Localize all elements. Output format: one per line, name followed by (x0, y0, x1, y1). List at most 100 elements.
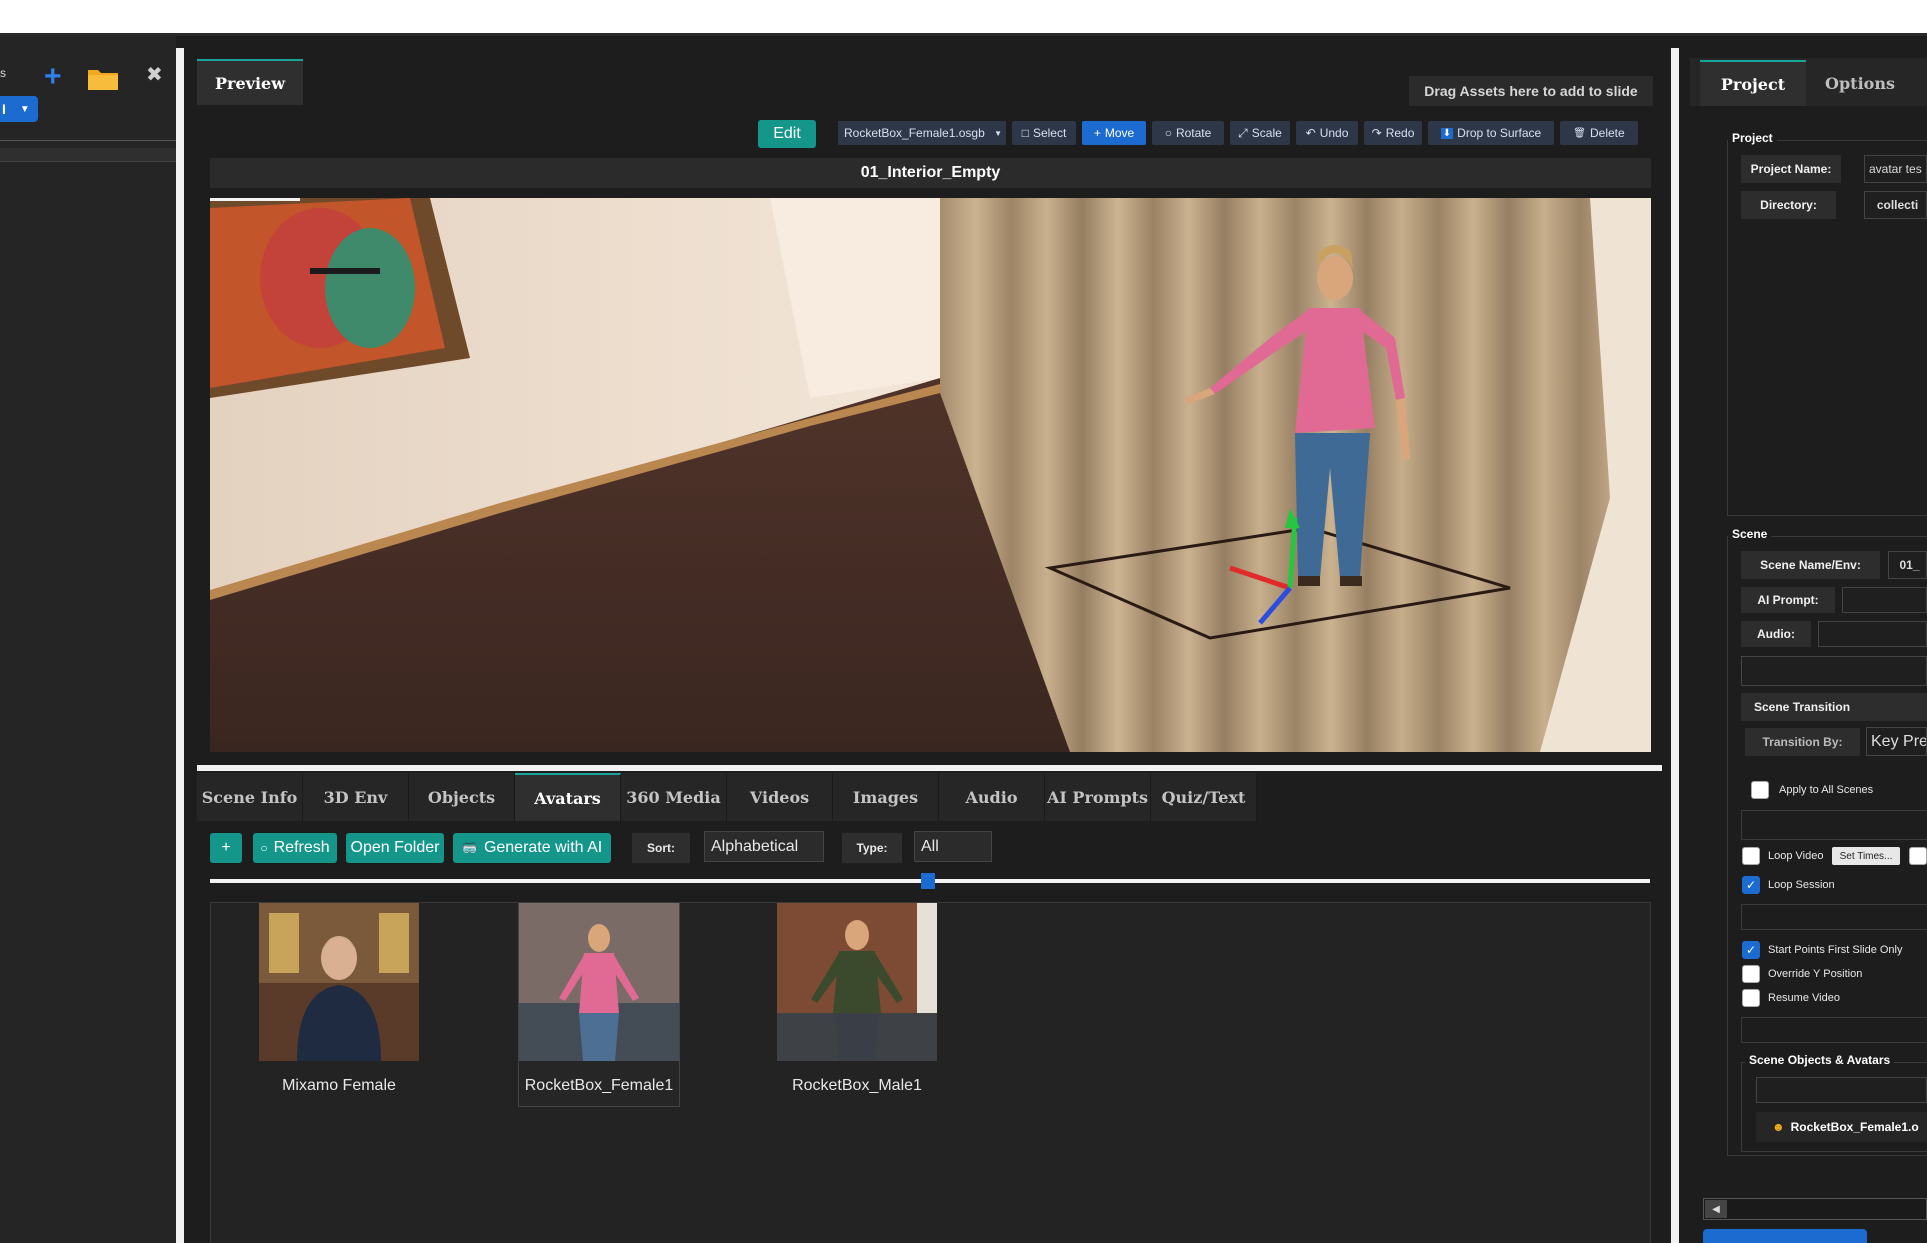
generate-with-ai-button[interactable]: 🥽 Generate with AI (453, 833, 611, 863)
asset-select[interactable]: RocketBox_Female1.osgb ▼ (838, 121, 1006, 145)
misc-options-box (1741, 1017, 1927, 1043)
sort-label: Sort: (632, 833, 690, 863)
left-splitter[interactable] (176, 48, 184, 1243)
vr-headset-icon: 🥽 (461, 840, 478, 855)
left-panel: s + ✖ I ▼ (0, 36, 176, 1243)
transition-by-label: Transition By: (1745, 728, 1860, 756)
drop-icon: ⬇ (1440, 127, 1454, 139)
tab-project[interactable]: Project (1700, 60, 1806, 106)
avatar-emoji-icon: ☻ (1772, 1120, 1785, 1134)
directory-button[interactable]: collecti (1864, 191, 1927, 219)
avatar-card-rocketbox-male1[interactable]: RocketBox_Male1 (777, 903, 937, 1095)
scroll-left-icon[interactable]: ◀ (1705, 1200, 1727, 1218)
start-points-checkbox[interactable]: ✓ (1742, 941, 1760, 959)
type-label: Type: (842, 833, 902, 863)
tab-360-media[interactable]: 360 Media (621, 773, 727, 821)
project-section-title: Project (1728, 131, 1777, 145)
open-folder-button[interactable]: Open Folder (346, 833, 444, 863)
avatar-thumbnail (259, 903, 419, 1061)
audio-label: Audio: (1741, 621, 1811, 647)
loop-session-row[interactable]: ✓ Loop Session (1742, 876, 1835, 894)
audio-input[interactable] (1818, 621, 1927, 647)
ai-prompt-input[interactable] (1842, 587, 1927, 613)
drop-to-surface-button[interactable]: ⬇ Drop to Surface (1428, 121, 1554, 145)
ai-dropdown[interactable]: I ▼ (0, 96, 38, 122)
avatar-thumbnail (777, 903, 937, 1061)
tab-quiz-text[interactable]: Quiz/Text (1151, 773, 1257, 821)
left-panel-partial-label: s (0, 66, 6, 80)
scene-transition-header: Scene Transition (1741, 693, 1927, 721)
primary-action-button[interactable] (1703, 1229, 1867, 1243)
redo-button[interactable]: ↷ Redo (1364, 121, 1422, 145)
checkmark-icon: ✓ (1745, 878, 1757, 892)
redo-icon: ↷ (1371, 126, 1382, 140)
close-icon[interactable]: ✖ (146, 62, 163, 87)
avatar-card-rocketbox-female1[interactable]: RocketBox_Female1 (519, 903, 679, 1095)
slider-handle[interactable] (921, 873, 935, 889)
window-top-bar (0, 0, 1927, 36)
tab-3d-env[interactable]: 3D Env (303, 773, 409, 821)
select-tool-button[interactable]: □ Select (1012, 121, 1076, 145)
apply-all-scenes-checkbox[interactable] (1751, 781, 1769, 799)
asset-tabs: Scene Info 3D Env Objects Avatars 360 Me… (197, 773, 1257, 821)
scale-tool-button[interactable]: ⤢ Scale (1230, 121, 1290, 145)
loop-video-checkbox[interactable] (1742, 847, 1760, 865)
add-icon[interactable]: + (44, 60, 62, 94)
resume-video-checkbox[interactable] (1742, 989, 1760, 1007)
extra-checkbox[interactable] (1909, 847, 1927, 865)
tab-scene-info[interactable]: Scene Info (197, 773, 303, 821)
undo-button[interactable]: ↶ Undo (1296, 121, 1358, 145)
tab-avatars[interactable]: Avatars (515, 773, 621, 821)
move-icon: + (1093, 126, 1101, 140)
tab-audio[interactable]: Audio (939, 773, 1045, 821)
loop-video-row[interactable]: Loop Video (1742, 847, 1823, 865)
right-splitter[interactable] (1671, 48, 1679, 1243)
override-y-checkbox[interactable] (1742, 965, 1760, 983)
resume-video-row[interactable]: Resume Video (1742, 989, 1840, 1007)
refresh-button[interactable]: ○ Refresh (253, 833, 337, 863)
ai-prompt-label: AI Prompt: (1741, 587, 1835, 613)
center-splitter[interactable] (197, 765, 1662, 771)
scene-object-item[interactable]: ☻ RocketBox_Female1.o (1756, 1112, 1927, 1142)
sort-select[interactable]: Alphabetical (704, 831, 824, 862)
3d-viewport[interactable] (210, 198, 1651, 752)
apply-all-scenes-row[interactable]: Apply to All Scenes (1751, 781, 1873, 799)
move-tool-button[interactable]: + Move (1082, 121, 1146, 145)
transition-by-select[interactable]: Key Pres (1866, 727, 1927, 756)
type-select[interactable]: All (914, 831, 992, 862)
scene-section-title: Scene (1728, 527, 1772, 541)
add-avatar-button[interactable]: + (210, 833, 242, 863)
scene-objects-filter[interactable] (1756, 1077, 1927, 1103)
set-times-button[interactable]: Set Times... (1832, 847, 1900, 865)
drag-assets-hint: Drag Assets here to add to slide (1409, 76, 1653, 106)
chevron-down-icon: ▼ (19, 103, 30, 115)
override-y-row[interactable]: Override Y Position (1742, 965, 1862, 983)
session-options-box (1741, 904, 1927, 930)
horizontal-scrollbar[interactable] (1703, 1198, 1927, 1220)
tab-options[interactable]: Options (1808, 60, 1912, 106)
avatar-name: Mixamo Female (282, 1077, 396, 1094)
scene-name-input[interactable]: 01_ (1888, 551, 1927, 579)
project-name-label: Project Name: (1741, 155, 1841, 183)
avatar-name: RocketBox_Female1 (524, 1077, 674, 1094)
scene-name-label: Scene Name/Env: (1741, 551, 1880, 579)
scale-icon: ⤢ (1238, 125, 1248, 140)
directory-label: Directory: (1741, 191, 1836, 219)
rotate-tool-button[interactable]: ○ Rotate (1152, 121, 1224, 145)
delete-button[interactable]: 🗑 Delete (1560, 121, 1638, 145)
loop-session-checkbox[interactable]: ✓ (1742, 876, 1760, 894)
avatar-card-mixamo-female[interactable]: Mixamo Female (259, 903, 419, 1095)
edit-button[interactable]: Edit (758, 120, 816, 148)
folder-icon[interactable] (86, 64, 120, 92)
tab-videos[interactable]: Videos (727, 773, 833, 821)
project-name-input[interactable]: avatar tes (1864, 155, 1927, 183)
tab-ai-prompts[interactable]: AI Prompts (1045, 773, 1151, 821)
tab-preview[interactable]: Preview (197, 59, 303, 105)
tab-images[interactable]: Images (833, 773, 939, 821)
select-icon: □ (1021, 126, 1029, 140)
audio-player[interactable] (1741, 656, 1927, 686)
tab-objects[interactable]: Objects (409, 773, 515, 821)
start-points-row[interactable]: ✓ Start Points First Slide Only (1742, 941, 1903, 959)
viewport-progress (210, 198, 300, 201)
video-options-box (1741, 810, 1927, 840)
